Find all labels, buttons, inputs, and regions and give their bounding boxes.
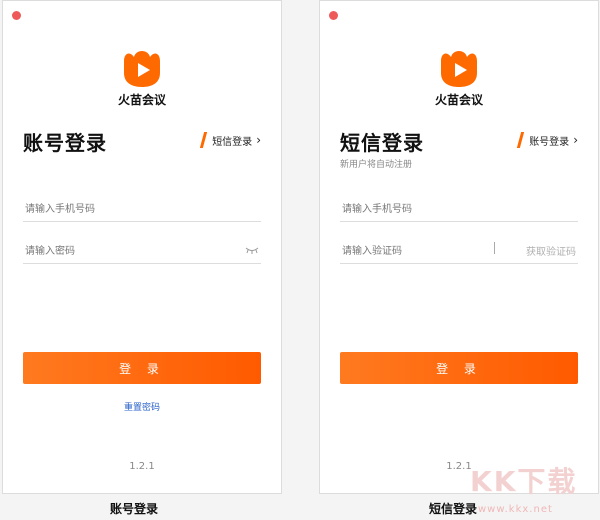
field-divider (494, 242, 495, 254)
login-button[interactable]: 登 录 (340, 352, 578, 384)
left-caption: 账号登录 (110, 502, 159, 516)
password-input[interactable] (23, 240, 187, 262)
app-name: 火苗会议 (434, 93, 483, 107)
app-logo-icon (441, 51, 477, 87)
close-window-dot[interactable] (329, 11, 338, 20)
switch-label: 短信登录 (212, 136, 253, 148)
page-subtitle: 新用户将自动注册 (340, 160, 413, 170)
phone-field (340, 194, 578, 222)
close-window-dot[interactable] (12, 11, 21, 20)
switch-label: 账号登录 (529, 136, 570, 148)
watermark-url: www.kkx.net (478, 504, 553, 515)
phone-input[interactable] (340, 198, 504, 220)
chevron-right-icon: › (256, 133, 261, 147)
get-code-button[interactable]: 获取验证码 (526, 243, 576, 258)
switch-to-account-login-link[interactable]: 账号登录 › (517, 132, 578, 148)
login-button[interactable]: 登 录 (23, 352, 261, 384)
phone-input[interactable] (23, 198, 187, 220)
accent-slash (200, 132, 208, 148)
password-field (23, 236, 261, 264)
version-label: 1.2.1 (129, 461, 155, 472)
switch-to-sms-login-link[interactable]: 短信登录 › (200, 132, 261, 148)
code-input[interactable] (340, 240, 504, 262)
app-name: 火苗会议 (117, 93, 166, 107)
page-title: 账号登录 (23, 131, 107, 155)
eye-closed-icon[interactable] (245, 246, 259, 254)
watermark-logo-text: KK下载 (470, 465, 578, 498)
verification-code-field: 获取验证码 (340, 236, 578, 264)
reset-password-link[interactable]: 重置密码 (3, 400, 281, 413)
account-login-panel: 火苗会议 账号登录 短信登录 › 登 录 重置密码 1.2.1 (2, 0, 282, 494)
sms-login-panel: 火苗会议 短信登录 新用户将自动注册 账号登录 › 获取验证码 登 录 1.2.… (319, 0, 599, 494)
phone-field (23, 194, 261, 222)
site-watermark: KK下载 www.kkx.net (470, 460, 590, 520)
app-logo-icon (124, 51, 160, 87)
accent-slash (517, 132, 525, 148)
chevron-right-icon: › (573, 133, 578, 147)
page-title: 短信登录 (340, 131, 424, 155)
